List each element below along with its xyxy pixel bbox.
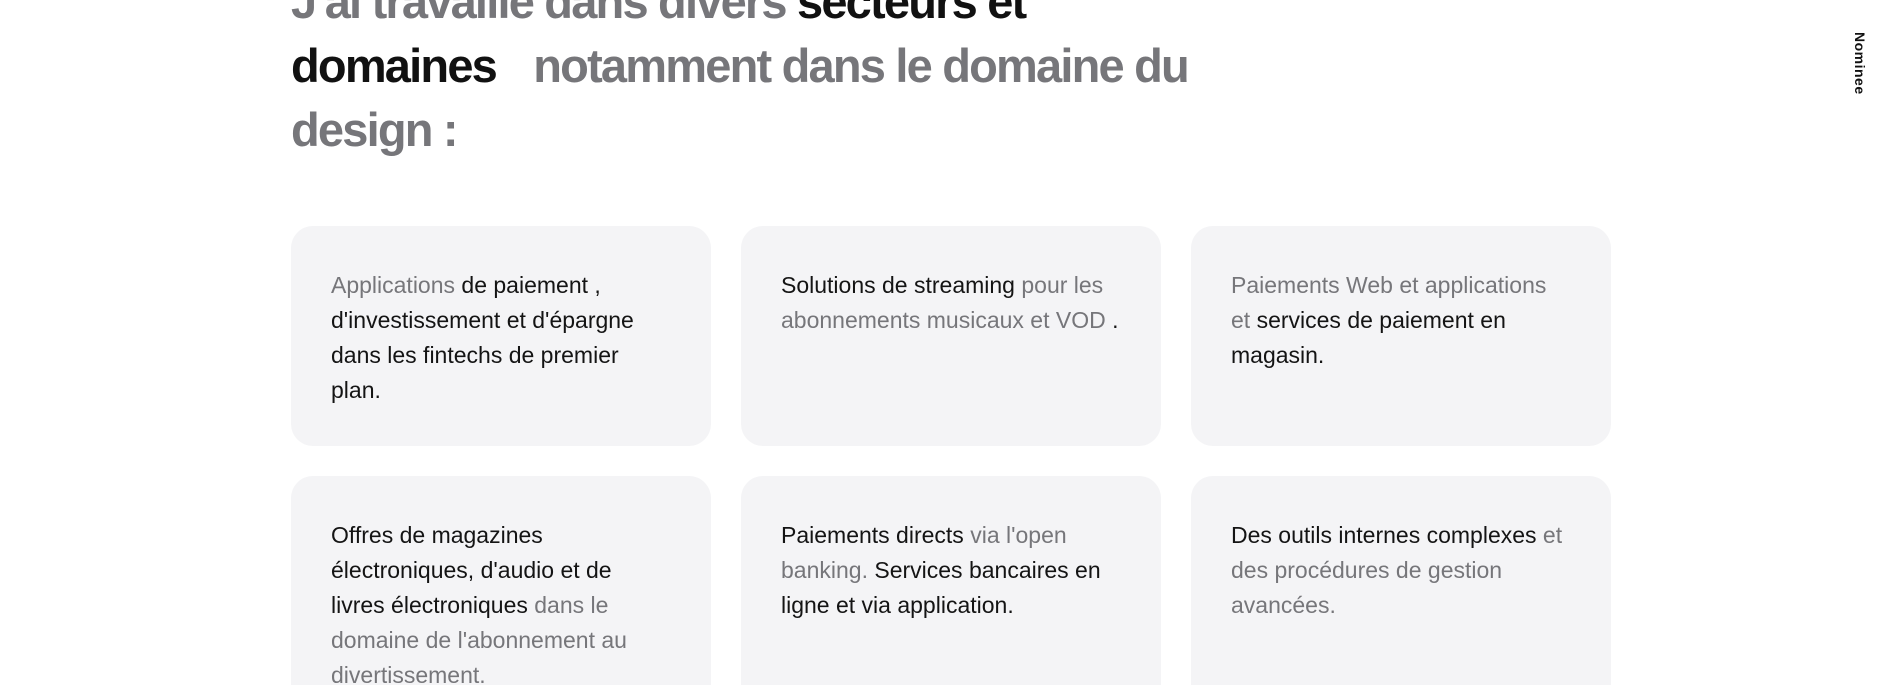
card-text-muted: Applications: [331, 272, 456, 298]
card-text: services de paiement en magasin.: [1231, 307, 1506, 368]
nominee-badge[interactable]: Nominee: [1852, 32, 1868, 95]
card-text: .: [1112, 307, 1119, 333]
section-heading: J'ai travaillé dans divers secteurs et d…: [291, 0, 1191, 162]
card-text: Des outils internes complexes: [1231, 522, 1537, 548]
experience-card-fintech: Applications de paiement , d'investissem…: [291, 226, 711, 446]
card-text: Solutions de streaming: [781, 272, 1015, 298]
experience-card-magazines: Offres de magazines électroniques, d'aud…: [291, 476, 711, 685]
heading-muted-part: J'ai travaillé dans divers: [291, 0, 788, 28]
experience-card-streaming: Solutions de streaming pour les abonneme…: [741, 226, 1161, 446]
experience-card-payments: Paiements Web et applications et service…: [1191, 226, 1611, 446]
experience-card-open-banking: Paiements directs via l'open banking. Se…: [741, 476, 1161, 685]
card-text: Paiements directs: [781, 522, 964, 548]
experience-card-internal-tools: Des outils internes complexes et des pro…: [1191, 476, 1611, 685]
